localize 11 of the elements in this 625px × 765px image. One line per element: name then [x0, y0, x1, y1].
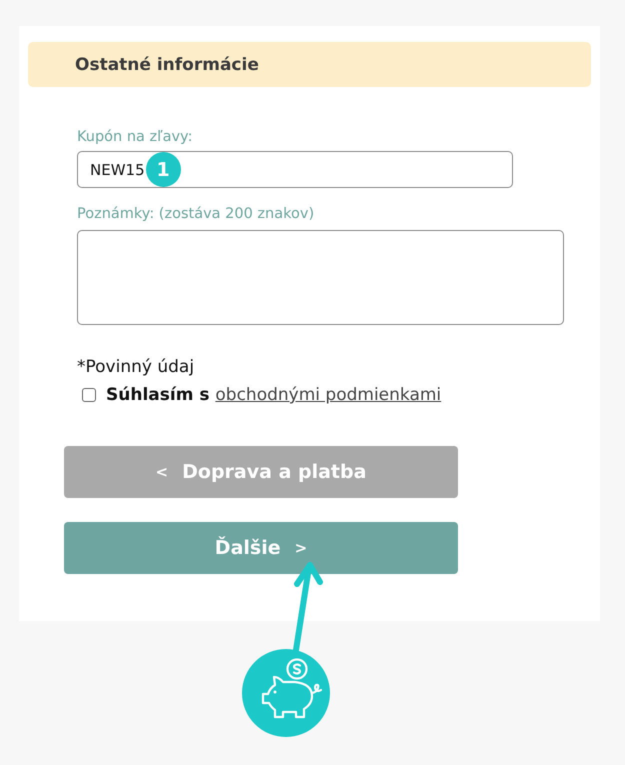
piggy-bank-icon [242, 649, 330, 737]
section-header: Ostatné informácie [28, 42, 591, 87]
notes-field[interactable] [77, 230, 564, 325]
field-label: Poznámky: (zostáva 200 znakov) [77, 205, 314, 224]
required-note: *Povinný údaj [77, 356, 194, 379]
field-label: Kupón na zľavy: [77, 128, 192, 147]
coupon-input[interactable]: NEW15 1 [77, 151, 513, 188]
number-marker: 1 [146, 152, 181, 187]
terms-link[interactable]: obchodnými podmienkami [215, 385, 442, 405]
terms-checkbox[interactable] [82, 388, 96, 402]
terms-text: Súhlasím s obchodnými podmienkami [106, 384, 442, 407]
